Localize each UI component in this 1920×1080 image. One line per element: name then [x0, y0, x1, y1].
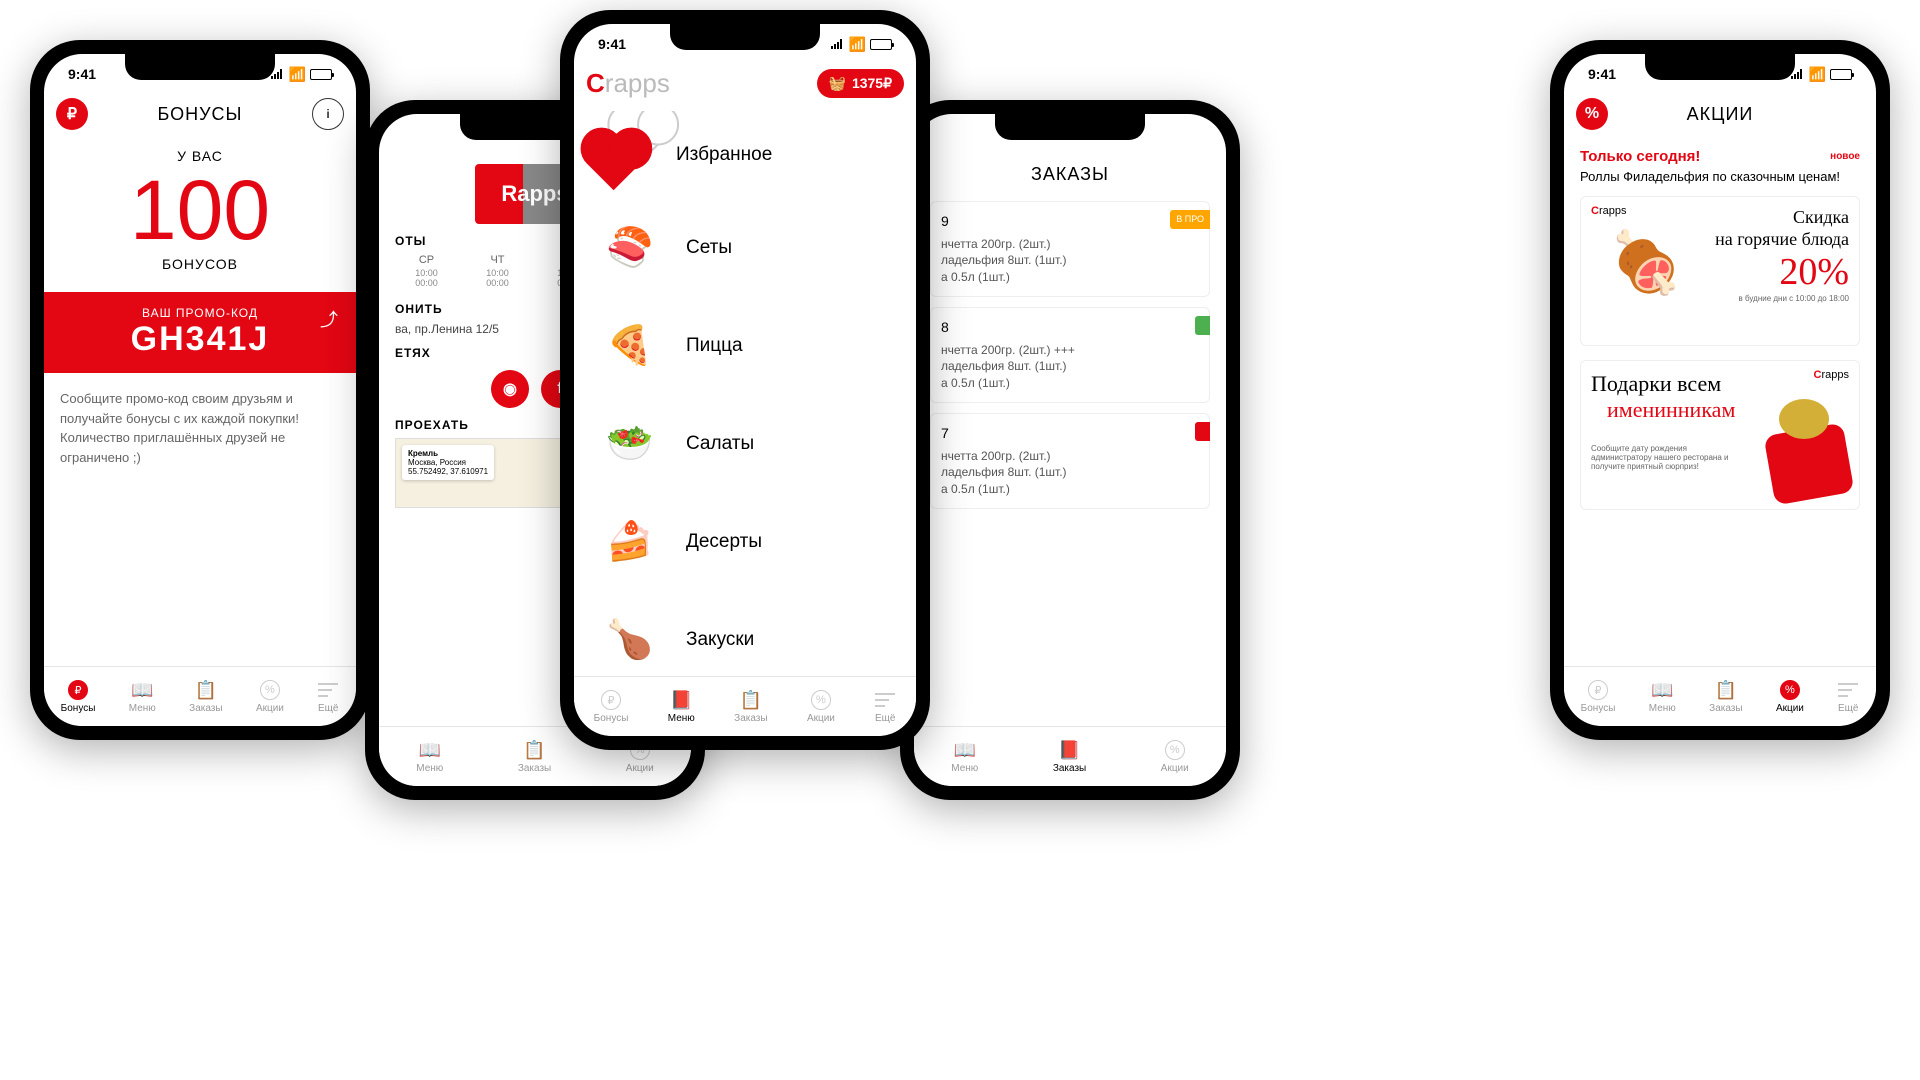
day-col: ЧТ10:0000:00 [466, 254, 529, 292]
ruble-icon[interactable]: ₽ [56, 98, 88, 130]
heart-icon [590, 125, 660, 185]
brand-logo: Crapps [586, 68, 670, 99]
map-tooltip: Кремль Москва, Россия 55.752492, 37.6109… [402, 445, 494, 480]
tab-orders[interactable]: 📋Заказы [518, 739, 551, 774]
new-badge: новое [1830, 151, 1860, 162]
tab-bonus[interactable]: ₽Бонусы [594, 689, 629, 724]
pizza-icon: 🍕 [590, 311, 670, 381]
phone-promo: 9:41 📶 % АКЦИИ Только сегодня! новое Рол… [1550, 40, 1890, 740]
tab-bar: ₽Бонусы 📖Меню 📋Заказы %Акции Ещё [1564, 666, 1876, 726]
phone-orders: ЗАКАЗЫ 9 нчетта 200гр. (2шт.) ладельфия … [900, 100, 1240, 800]
menu-item-pizza[interactable]: 🍕 Пицца [590, 297, 900, 395]
bonus-unit: БОНУСОВ [60, 256, 340, 272]
signal-icon [831, 39, 845, 49]
notch [125, 54, 275, 80]
phone-bonus: 9:41 📶 ₽ БОНУСЫ i У ВАС 100 БОНУСОВ ВАШ … [30, 40, 370, 740]
wifi-icon: 📶 [849, 36, 866, 53]
tab-menu[interactable]: 📕Меню [668, 689, 695, 724]
food-image: 🍖 [1591, 207, 1701, 317]
percent-icon[interactable]: % [1576, 98, 1608, 130]
tab-more[interactable]: Ещё [874, 689, 896, 724]
page-title: БОНУСЫ [88, 104, 312, 125]
tab-promo[interactable]: %Акции [1161, 739, 1189, 774]
instagram-icon[interactable]: ◉ [491, 370, 529, 408]
menu-item-sets[interactable]: 🍣 Сеты [590, 199, 900, 297]
promo-card[interactable]: 🍖 Crapps Скидка на горячие блюда 20% в б… [1580, 196, 1860, 346]
bonus-count: 100 [60, 168, 340, 252]
cart-total: 1375₽ [852, 75, 892, 92]
status-badge [1195, 422, 1210, 441]
phone-menu: 9:41 📶 Crapps 🧺 1375₽ Избранное 🍣 Сеты [560, 10, 930, 750]
basket-icon: 🧺 [829, 75, 846, 92]
menu-item-favorites[interactable]: Избранное [590, 111, 900, 199]
page-title: ЗАКАЗЫ [914, 164, 1226, 185]
promo-headline: Только сегодня! [1580, 148, 1700, 165]
tab-more[interactable]: Ещё [317, 679, 339, 714]
sushi-icon: 🍣 [590, 213, 670, 283]
status-time: 9:41 [1588, 66, 1616, 82]
menu-item-desserts[interactable]: 🍰 Десерты [590, 493, 900, 591]
promo-description: Сообщите промо-код своим друзьям и получ… [60, 389, 340, 467]
order-card[interactable]: 9 нчетта 200гр. (2шт.) ладельфия 8шт. (1… [930, 201, 1210, 297]
wifi-icon: 📶 [289, 66, 306, 83]
order-id: 7 [941, 424, 1199, 444]
tab-promo[interactable]: %Акции [807, 689, 835, 724]
cart-button[interactable]: 🧺 1375₽ [817, 69, 905, 98]
status-time: 9:41 [68, 66, 96, 82]
tab-bar: ₽Бонусы 📖Меню 📋Заказы %Акции Ещё [44, 666, 356, 726]
tab-promo[interactable]: %Акции [256, 679, 284, 714]
tab-menu[interactable]: 📖Меню [416, 739, 443, 774]
tab-menu[interactable]: 📖Меню [951, 739, 978, 774]
tab-promo[interactable]: %Акции [1776, 679, 1804, 714]
salad-icon: 🥗 [590, 409, 670, 479]
discount-percent: 20% [1711, 250, 1849, 294]
notch [670, 24, 820, 50]
info-icon[interactable]: i [312, 98, 344, 130]
promo-label: ВАШ ПРОМО-КОД [64, 306, 336, 320]
notch [1645, 54, 1795, 80]
tab-menu[interactable]: 📖Меню [1649, 679, 1676, 714]
order-id: 8 [941, 318, 1199, 338]
tab-more[interactable]: Ещё [1837, 679, 1859, 714]
tab-bonus[interactable]: ₽Бонусы [1581, 679, 1616, 714]
status-time: 9:41 [598, 36, 626, 52]
promo-subtitle: Роллы Филадельфия по сказочным ценам! [1580, 169, 1860, 184]
wifi-icon: 📶 [1809, 66, 1826, 83]
order-card[interactable]: 7 нчетта 200гр. (2шт.) ладельфия 8шт. (1… [930, 413, 1210, 509]
order-card[interactable]: 8 нчетта 200гр. (2шт.) +++ ладельфия 8шт… [930, 307, 1210, 403]
menu-item-salads[interactable]: 🥗 Салаты [590, 395, 900, 493]
cake-icon: 🍰 [590, 507, 670, 577]
gift-image [1745, 399, 1849, 499]
status-badge: В ПРО [1170, 210, 1210, 229]
share-icon[interactable]: ⤴ [320, 306, 338, 332]
promo-card[interactable]: Crapps Подарки всем именинникам Сообщите… [1580, 360, 1860, 510]
tab-orders[interactable]: 📕Заказы [1053, 739, 1086, 774]
order-id: 9 [941, 212, 1199, 232]
tab-bar: ₽Бонусы 📕Меню 📋Заказы %Акции Ещё [574, 676, 916, 736]
page-title: АКЦИИ [1608, 104, 1832, 125]
promo-code: GH341J [64, 320, 336, 359]
status-badge [1195, 316, 1210, 335]
battery-icon [310, 69, 332, 80]
tab-menu[interactable]: 📖Меню [129, 679, 156, 714]
battery-icon [1830, 69, 1852, 80]
tab-orders[interactable]: 📋Заказы [189, 679, 222, 714]
tab-bonus[interactable]: ₽Бонусы [61, 679, 96, 714]
notch [995, 114, 1145, 140]
tab-bar: 📖Меню 📕Заказы %Акции [914, 726, 1226, 786]
menu-item-snacks[interactable]: 🍗 Закуски [590, 591, 900, 676]
tab-orders[interactable]: 📋Заказы [1709, 679, 1742, 714]
promo-code-block[interactable]: ВАШ ПРОМО-КОД GH341J ⤴ [44, 292, 356, 373]
bonus-you-have: У ВАС [60, 148, 340, 164]
battery-icon [870, 39, 892, 50]
tab-orders[interactable]: 📋Заказы [734, 689, 767, 724]
day-col: СР10:0000:00 [395, 254, 458, 292]
snack-icon: 🍗 [590, 605, 670, 675]
